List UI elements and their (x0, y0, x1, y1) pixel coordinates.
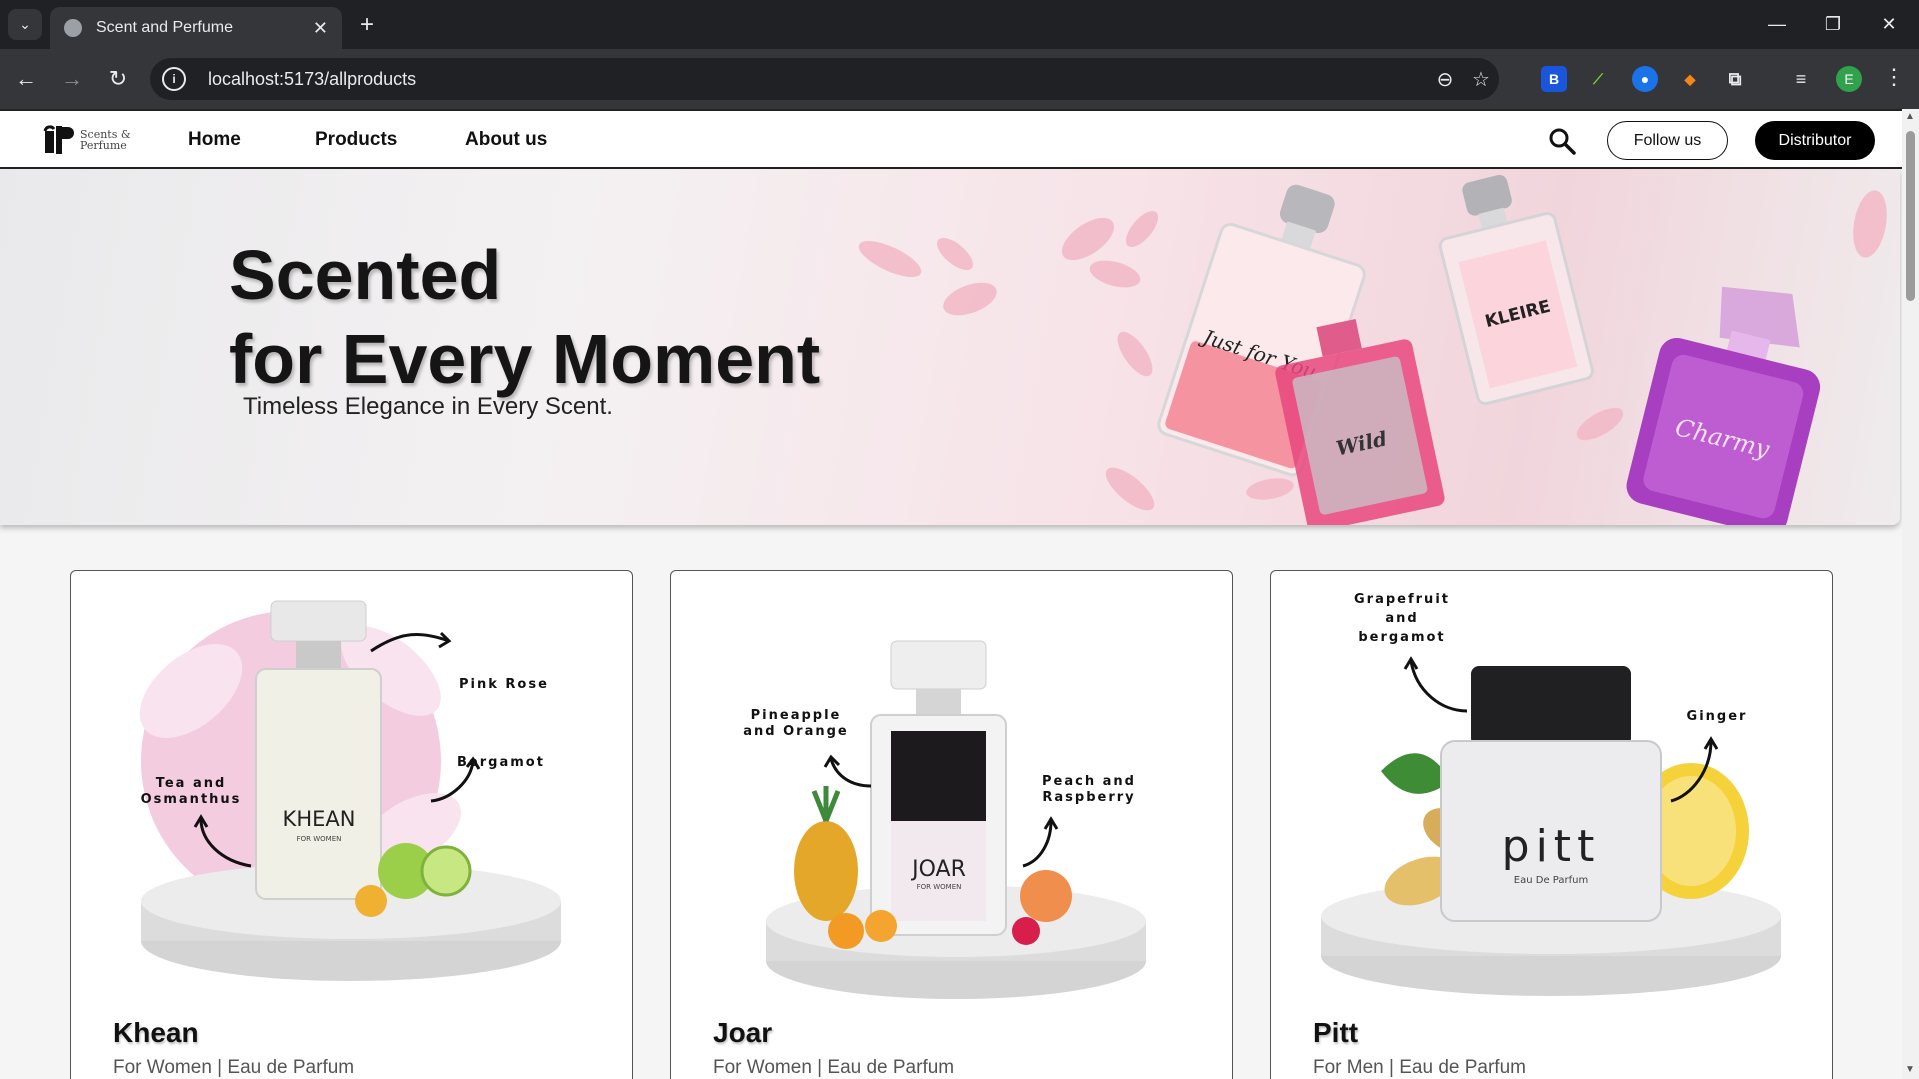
logo-mark-icon (43, 125, 74, 154)
extension-icon-2[interactable]: ⟋ (1585, 66, 1611, 92)
media-control-icon[interactable]: ≡ (1788, 66, 1814, 92)
follow-us-button[interactable]: Follow us (1607, 121, 1728, 160)
search-icon[interactable] (1547, 126, 1577, 156)
browser-tab-bar: ⌄ Scent and Perfume ✕ + — ❐ ✕ (0, 0, 1919, 49)
hero-title-line2: for Every Moment (229, 320, 821, 398)
product-card-joar[interactable]: JOAR FOR WOMEN Pineapple and Orange Peac… (670, 570, 1233, 1079)
tab-title: Scent and Perfume (96, 19, 233, 36)
tab-search-button[interactable]: ⌄ (8, 9, 42, 40)
profile-avatar[interactable]: E (1836, 66, 1862, 92)
forward-button[interactable]: → (56, 63, 88, 95)
product-card-pitt[interactable]: pitt Eau De Parfum Grapefruit and bergam… (1270, 570, 1833, 1079)
reload-button[interactable]: ↻ (102, 63, 134, 95)
hero-title: Scented for Every Moment (229, 233, 820, 401)
product-image-pitt: pitt Eau De Parfum Grapefruit and bergam… (1321, 592, 1781, 996)
browser-tab[interactable]: Scent and Perfume ✕ (50, 7, 342, 49)
page-viewport: Scents & Perfume Home Products About us … (0, 109, 1919, 1079)
address-bar[interactable]: i localhost:5173/allproducts ⊖ ☆ (150, 58, 1499, 100)
pitt-note-2: and (1385, 611, 1418, 626)
scroll-up-arrow-icon[interactable]: ▲ (1905, 111, 1915, 122)
product-card-khean[interactable]: KHEAN FOR WOMEN Pink Rose Bergamot Tea a… (70, 570, 633, 1079)
bookmark-star-icon[interactable]: ☆ (1463, 67, 1499, 92)
globe-icon (64, 19, 82, 37)
joar-note-4: Raspberry (1042, 790, 1135, 805)
scroll-down-arrow-icon[interactable]: ▼ (1905, 1064, 1915, 1075)
joar-bottle-label: JOAR (910, 857, 966, 882)
khean-note-1: Pink Rose (459, 677, 549, 692)
close-window-button[interactable]: ✕ (1864, 8, 1914, 40)
khean-note-3: Tea and (156, 776, 227, 791)
site-info-icon[interactable]: i (162, 67, 186, 91)
product-meta: For Women | Eau de Parfum (113, 1057, 355, 1078)
hero-subtitle: Timeless Elegance in Every Scent. (243, 393, 613, 420)
joar-note-3: Peach and (1042, 774, 1136, 789)
new-tab-button[interactable]: + (352, 10, 382, 40)
product-name[interactable]: Khean (113, 1017, 199, 1049)
pitt-bottle-label: pitt (1502, 821, 1601, 872)
product-image-joar: JOAR FOR WOMEN Pineapple and Orange Peac… (743, 640, 1146, 999)
product-meta: For Men | Eau de Parfum (1313, 1057, 1526, 1078)
product-meta: For Women | Eau de Parfum (713, 1057, 955, 1078)
khean-note-4: Osmanthus (141, 792, 242, 807)
joar-note-1: Pineapple (751, 708, 842, 723)
pitt-note-4: Ginger (1687, 709, 1748, 724)
product-name[interactable]: Joar (713, 1017, 772, 1049)
close-tab-icon[interactable]: ✕ (313, 18, 328, 39)
khean-bottle-label: KHEAN (283, 807, 356, 831)
scrollbar-thumb[interactable] (1906, 131, 1915, 301)
khean-note-2: Bergamot (457, 755, 545, 770)
nav-link-products[interactable]: Products (315, 129, 397, 151)
extension-icon-1[interactable]: B (1541, 66, 1567, 92)
pitt-bottle-sub: Eau De Parfum (1514, 875, 1588, 886)
restore-button[interactable]: ❐ (1808, 8, 1858, 40)
product-name[interactable]: Pitt (1313, 1017, 1358, 1049)
site-logo[interactable]: Scents & Perfume (42, 123, 131, 157)
khean-bottle-sub: FOR WOMEN (297, 835, 342, 843)
extension-icon-3[interactable]: ● (1632, 66, 1658, 92)
page-scrollbar[interactable]: ▲ ▼ (1902, 109, 1919, 1079)
back-button[interactable]: ← (10, 63, 42, 95)
url-text[interactable]: localhost:5173/allproducts (208, 69, 1427, 90)
zoom-icon[interactable]: ⊖ (1427, 67, 1463, 92)
pitt-note-3: bergamot (1358, 630, 1445, 645)
nav-link-about[interactable]: About us (465, 129, 547, 151)
hero-perfume-image: Just for You Wild KLEIRE Charmy (858, 174, 1887, 525)
minimize-button[interactable]: — (1752, 8, 1802, 40)
distributor-button[interactable]: Distributor (1755, 121, 1875, 160)
nav-link-home[interactable]: Home (188, 129, 241, 151)
site-navbar: Scents & Perfume Home Products About us … (0, 109, 1902, 169)
product-image-khean: KHEAN FOR WOMEN Pink Rose Bergamot Tea a… (139, 600, 561, 981)
hero-title-line1: Scented (229, 236, 502, 314)
logo-text-line2: Perfume (80, 139, 127, 152)
extensions-puzzle-icon[interactable]: ⧉ (1722, 66, 1748, 92)
hero-banner: Scented for Every Moment Timeless Elegan… (0, 169, 1900, 525)
pitt-note-1: Grapefruit (1354, 592, 1450, 607)
joar-bottle-sub: FOR WOMEN (917, 883, 962, 891)
browser-menu-icon[interactable]: ⋮ (1883, 64, 1905, 90)
joar-note-2: and Orange (743, 724, 848, 739)
metamask-icon[interactable]: ◆ (1677, 66, 1703, 92)
